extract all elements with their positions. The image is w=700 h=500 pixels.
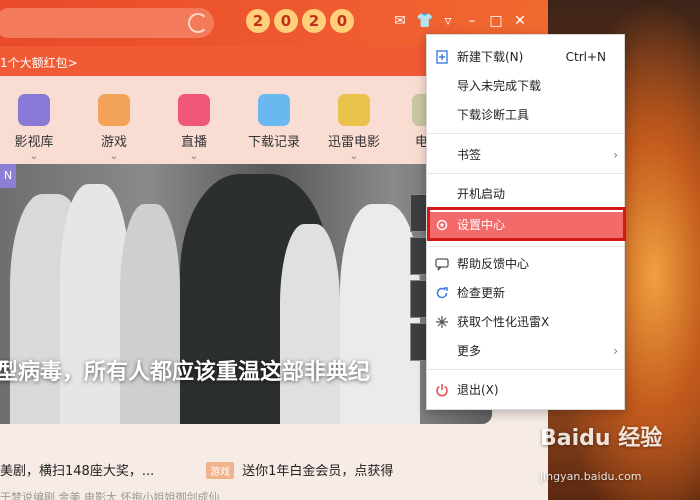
banner-digit: 0 <box>274 9 298 33</box>
nav-item-download-history[interactable]: 下载记录 <box>244 94 304 150</box>
news-right-text: 送你1年白金会员，点获得 <box>242 464 394 479</box>
power-icon <box>436 384 448 397</box>
menu-label: 检查更新 <box>457 286 506 300</box>
menu-item-personalize[interactable]: 获取个性化迅雷X <box>427 309 624 335</box>
game-badge: 游戏 <box>206 462 234 479</box>
new-download-icon <box>436 50 448 64</box>
menu-item-more[interactable]: 更多 › <box>427 338 624 364</box>
menu-shortcut: Ctrl+N <box>565 50 606 64</box>
menu-item-new-download[interactable]: 新建下载(N) Ctrl+N <box>427 44 624 70</box>
nav-item-thunder-movies[interactable]: 迅雷电影 ⌄ <box>324 94 384 162</box>
mail-icon[interactable]: ✉ <box>392 13 408 29</box>
menu-label: 开机启动 <box>457 187 506 201</box>
nav-item-movies[interactable]: 影视库 ⌄ <box>4 94 64 162</box>
close-icon[interactable]: ✕ <box>512 13 528 29</box>
news-link-right[interactable]: 游戏 送你1年白金会员，点获得 <box>206 460 393 479</box>
nav-label: 游戏 <box>100 135 127 150</box>
gamepad-icon <box>98 94 130 126</box>
window-controls: ✉ 👕 ▿ – □ ✕ <box>392 13 528 29</box>
menu-item-import[interactable]: 导入未完成下载 <box>427 73 624 99</box>
tv-icon <box>178 94 210 126</box>
menu-label: 退出(X) <box>457 383 499 397</box>
highlight-box <box>427 207 626 241</box>
chevron-right-icon: › <box>613 344 618 358</box>
nav-label: 下载记录 <box>247 135 300 150</box>
film-icon <box>18 94 50 126</box>
nav-label: 影视库 <box>14 135 54 150</box>
menu-label: 新建下载(N) <box>457 50 524 64</box>
nav-label: 直播 <box>180 135 207 150</box>
news-subline: 于梦说编剧 金美 电影大 怀抱小姐姐御剑成仙 <box>0 491 220 500</box>
maximize-icon[interactable]: □ <box>488 13 504 29</box>
menu-divider <box>427 133 624 134</box>
menu-divider <box>427 173 624 174</box>
chevron-down-icon: ⌄ <box>29 151 39 162</box>
menu-item-bookmarks[interactable]: 书签 › <box>427 142 624 168</box>
hero-tag: N <box>0 164 16 188</box>
baidu-watermark-url: jingyan.baidu.com <box>540 470 642 483</box>
baidu-watermark: Baidu 经验 <box>540 426 663 451</box>
menu-icon[interactable]: ▿ <box>440 13 456 29</box>
nav-item-live[interactable]: 直播 ⌄ <box>164 94 224 162</box>
cloud-icon <box>258 94 290 126</box>
hero-figure <box>340 204 420 424</box>
chevron-down-icon: ⌄ <box>109 151 119 162</box>
skin-icon[interactable]: 👕 <box>416 13 433 29</box>
search-box[interactable] <box>0 8 214 38</box>
banner-digit: 2 <box>302 9 326 33</box>
menu-label: 获取个性化迅雷X <box>457 315 550 329</box>
chevron-right-icon: › <box>613 148 618 162</box>
sparkle-icon <box>436 316 448 328</box>
menu-label: 下载诊断工具 <box>457 108 530 122</box>
banner-digit: 2 <box>246 9 270 33</box>
chevron-down-icon: ⌄ <box>189 151 199 162</box>
bird-icon <box>338 94 370 126</box>
menu-item-diagnose[interactable]: 下载诊断工具 <box>427 102 624 128</box>
menu-label: 帮助反馈中心 <box>457 257 530 271</box>
promo-text[interactable]: 1个大额红包> <box>0 56 78 70</box>
menu-label: 导入未完成下载 <box>457 79 542 93</box>
refresh-icon <box>436 287 448 299</box>
hero-figure <box>280 224 340 424</box>
menu-item-update[interactable]: 检查更新 <box>427 280 624 306</box>
banner-digit: 0 <box>330 9 354 33</box>
news-link-left[interactable]: 美剧，横扫148座大奖，... <box>0 460 154 479</box>
menu-item-startup[interactable]: 开机启动 <box>427 181 624 207</box>
hero-figure <box>120 204 180 424</box>
new-year-banner: 2 0 2 0 <box>240 4 360 38</box>
nav-label: 迅雷电影 <box>327 135 380 150</box>
menu-label: 书签 <box>457 148 482 162</box>
chevron-down-icon: ⌄ <box>349 151 359 162</box>
minimize-icon[interactable]: – <box>464 13 480 29</box>
hero-caption[interactable]: 型病毒，所有人都应该重温这部非典纪 <box>0 354 370 386</box>
menu-item-help[interactable]: 帮助反馈中心 <box>427 251 624 277</box>
menu-label: 更多 <box>457 344 482 358</box>
menu-item-exit[interactable]: 退出(X) <box>427 377 624 403</box>
chat-icon <box>435 258 449 271</box>
menu-divider <box>427 246 624 247</box>
nav-item-games[interactable]: 游戏 ⌄ <box>84 94 144 162</box>
menu-divider <box>427 369 624 370</box>
refresh-icon[interactable] <box>188 13 208 33</box>
